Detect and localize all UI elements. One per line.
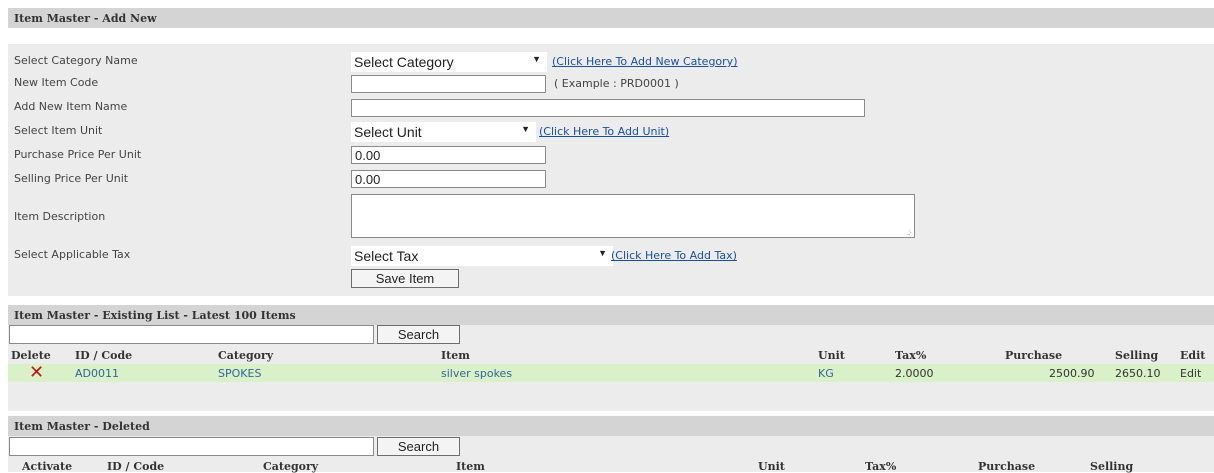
description-textarea[interactable]: .:· [351, 194, 915, 238]
row-tax: 2.0000 [895, 367, 934, 380]
add-category-link[interactable]: (Click Here To Add New Category) [552, 55, 737, 68]
row-description: Item Description .:· [8, 194, 1214, 240]
add-section-title: Item Master - Add New [14, 12, 157, 25]
row-category: Select Category Name Select Category ▼ (… [8, 52, 1214, 72]
tax-select-value: Select Tax [354, 248, 419, 264]
unit-select-value: Select Unit [354, 124, 422, 140]
selling-price-input[interactable] [351, 170, 546, 188]
item-name-input[interactable] [351, 99, 865, 117]
add-form-panel: Select Category Name Select Category ▼ (… [8, 28, 1214, 296]
add-unit-link[interactable]: (Click Here To Add Unit) [539, 125, 669, 138]
tax-label: Select Applicable Tax [14, 248, 131, 261]
row-category: SPOKES [218, 367, 262, 380]
col-edit: Edit [1180, 349, 1206, 362]
unit-select[interactable]: Select Unit ▼ [351, 122, 536, 142]
deleted-section-title: Item Master - Deleted [14, 420, 150, 433]
col-activate: Activate [22, 460, 73, 473]
resize-grip-icon[interactable]: .:· [907, 228, 912, 237]
col-unit: Unit [818, 349, 845, 362]
item-code-input[interactable] [351, 75, 546, 93]
unit-label: Select Item Unit [14, 124, 103, 137]
deleted-search-input[interactable] [9, 437, 374, 456]
delete-x-icon[interactable]: ✕ [29, 364, 44, 382]
row-selling: 2650.10 [1115, 367, 1161, 380]
row-item-name: Add New Item Name [8, 99, 1214, 119]
existing-search-input[interactable] [9, 325, 374, 344]
description-label: Item Description [14, 210, 106, 223]
table-row: ✕ AD0011 SPOKES silver spokes KG 2.0000 … [8, 364, 1214, 382]
col-delete: Delete [11, 349, 51, 362]
add-section-header: Item Master - Add New [8, 8, 1214, 28]
form-spacer [8, 28, 1214, 44]
tax-select[interactable]: Select Tax ▼ [351, 246, 613, 266]
deleted-list-panel: Search Activate ID / Code Category Item … [8, 436, 1214, 473]
add-tax-link[interactable]: (Click Here To Add Tax) [611, 249, 737, 262]
row-tax: Select Applicable Tax Select Tax ▼ (Clic… [8, 246, 1214, 266]
existing-section-title: Item Master - Existing List - Latest 100… [14, 309, 296, 322]
col-item: Item [441, 349, 470, 362]
row-selling-price: Selling Price Per Unit [8, 170, 1214, 190]
row-id-code: AD0011 [75, 367, 119, 380]
col-tax: Tax% [895, 349, 927, 362]
triangle-down-icon: ▼ [598, 248, 607, 258]
item-code-hint: ( Example : PRD0001 ) [554, 77, 679, 90]
col-id-code: ID / Code [107, 460, 165, 473]
row-unit: KG [818, 367, 834, 380]
triangle-down-icon: ▼ [521, 124, 530, 134]
row-purchase: 2500.90 [1049, 367, 1095, 380]
col-tax: Tax% [865, 460, 897, 473]
existing-section-header: Item Master - Existing List - Latest 100… [8, 305, 1214, 325]
category-select[interactable]: Select Category ▼ [351, 52, 547, 72]
col-id-code: ID / Code [75, 349, 133, 362]
existing-search-button[interactable]: Search [377, 325, 460, 344]
deleted-table-header: Activate ID / Code Category Item Unit Ta… [8, 460, 1214, 473]
col-item: Item [456, 460, 485, 473]
col-selling: Selling [1090, 460, 1134, 473]
edit-link[interactable]: Edit [1180, 367, 1201, 380]
deleted-section-header: Item Master - Deleted [8, 416, 1214, 436]
col-category: Category [218, 349, 274, 362]
category-label: Select Category Name [14, 54, 138, 67]
col-purchase: Purchase [1005, 349, 1063, 362]
purchase-price-label: Purchase Price Per Unit [14, 148, 142, 161]
row-item-code: New Item Code ( Example : PRD0001 ) [8, 75, 1214, 95]
selling-price-label: Selling Price Per Unit [14, 172, 129, 185]
row-unit: Select Item Unit Select Unit ▼ (Click He… [8, 122, 1214, 142]
existing-table-header: Delete ID / Code Category Item Unit Tax%… [8, 347, 1214, 363]
purchase-price-input[interactable] [351, 146, 546, 164]
deleted-search-button[interactable]: Search [377, 437, 460, 456]
col-purchase: Purchase [978, 460, 1036, 473]
save-item-button[interactable]: Save Item [351, 269, 459, 288]
col-unit: Unit [758, 460, 785, 473]
existing-list-panel: Search Delete ID / Code Category Item Un… [8, 325, 1214, 411]
item-code-label: New Item Code [14, 76, 99, 89]
category-select-value: Select Category [354, 54, 454, 70]
row-item: silver spokes [441, 367, 513, 380]
col-category: Category [263, 460, 319, 473]
triangle-down-icon: ▼ [532, 54, 541, 64]
row-purchase-price: Purchase Price Per Unit [8, 146, 1214, 166]
item-name-label: Add New Item Name [14, 100, 128, 113]
col-selling: Selling [1115, 349, 1159, 362]
